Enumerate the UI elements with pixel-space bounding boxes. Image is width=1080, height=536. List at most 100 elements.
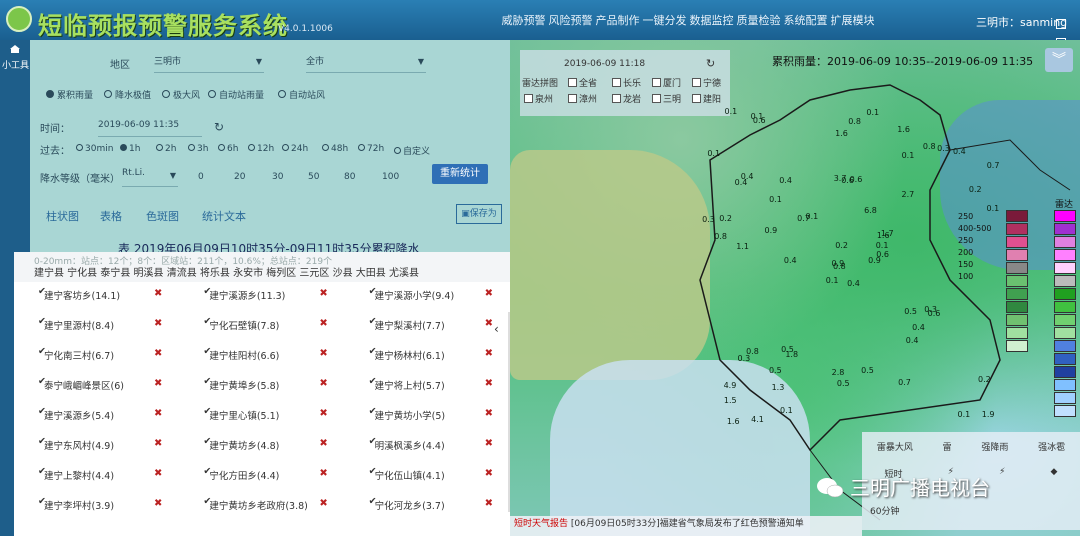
news-ticker[interactable]: 短时天气报告 [06月09日05时33分]福建省气象局发布了红色预警通知单 xyxy=(510,516,862,536)
station-item[interactable]: ✔ 建宁溪源乡(11.3) ✖ xyxy=(179,286,344,302)
remove-icon[interactable]: ✖ xyxy=(319,378,327,389)
past-option[interactable]: 12h xyxy=(248,144,274,154)
remove-icon[interactable]: ✖ xyxy=(319,288,327,299)
region-option[interactable]: 宁德 xyxy=(692,76,721,89)
remove-icon[interactable]: ✖ xyxy=(485,468,493,479)
station-item[interactable]: ✔ 建宁黄坊乡(4.8) ✖ xyxy=(179,436,344,452)
time-input[interactable]: 2019-06-09 11:35 xyxy=(98,120,202,137)
type-radio[interactable]: 累积雨量 xyxy=(46,88,93,101)
region-option[interactable]: 长乐 xyxy=(612,76,641,89)
remove-icon[interactable]: ✖ xyxy=(319,498,327,509)
station-item[interactable]: ✔ 泰宁峨嵋峰景区(6) ✖ xyxy=(14,376,179,392)
threshold-value[interactable]: 20 xyxy=(234,172,245,182)
station-item[interactable]: ✔ 建宁梨溪村(7.7) ✖ xyxy=(345,316,510,332)
remove-icon[interactable]: ✖ xyxy=(485,348,493,359)
tab-color-map[interactable]: 色斑图 xyxy=(146,208,179,224)
past-option[interactable]: 自定义 xyxy=(394,144,430,157)
past-option[interactable]: 6h xyxy=(218,144,238,154)
sidebar-tools-label[interactable]: 小工具 xyxy=(2,58,29,71)
station-item[interactable]: ✔ 建宁溪源小学(9.4) ✖ xyxy=(345,286,510,302)
region-option[interactable]: 龙岩 xyxy=(612,92,641,105)
threshold-value[interactable]: 50 xyxy=(308,172,319,182)
refresh-icon[interactable]: ↻ xyxy=(706,57,715,70)
region-option[interactable]: 三明 xyxy=(652,92,681,105)
station-item[interactable]: ✔ 宁化石壁镇(7.8) ✖ xyxy=(179,316,344,332)
nav-item-extend[interactable]: 扩展模块 xyxy=(829,12,876,32)
remove-icon[interactable]: ✖ xyxy=(485,318,493,329)
past-option[interactable]: 30min xyxy=(76,144,113,154)
station-item[interactable]: ✔ 建宁里心镇(5.1) ✖ xyxy=(179,406,344,422)
warning-type[interactable]: 雷 xyxy=(943,440,952,453)
nav-item-risk-warning[interactable]: 风险预警 xyxy=(547,12,594,32)
station-item[interactable]: ✔ 建宁上黎村(4.4) ✖ xyxy=(14,466,179,482)
tab-bar-chart[interactable]: 柱状图 xyxy=(46,208,79,224)
save-button[interactable]: ▣保存为 xyxy=(456,204,502,224)
past-option[interactable]: 72h xyxy=(358,144,384,154)
window-icons[interactable] xyxy=(1056,14,1078,48)
radar-date[interactable]: 2019-06-09 11:18 xyxy=(564,59,645,69)
tab-table[interactable]: 表格 xyxy=(100,208,122,224)
threshold-value[interactable]: 100 xyxy=(382,172,399,182)
remove-icon[interactable]: ✖ xyxy=(154,288,162,299)
threshold-value[interactable]: 30 xyxy=(272,172,283,182)
past-option[interactable]: 48h xyxy=(322,144,348,154)
region-option[interactable]: 厦门 xyxy=(652,76,681,89)
station-item[interactable]: ✔ 建宁桂阳村(6.6) ✖ xyxy=(179,346,344,362)
remove-icon[interactable]: ✖ xyxy=(319,468,327,479)
scrollbar[interactable] xyxy=(508,312,510,512)
warning-type[interactable]: 强冰雹 xyxy=(1038,440,1065,453)
nav-item-product[interactable]: 产品制作 xyxy=(594,12,641,32)
station-item[interactable]: ✔ 建宁杨林村(6.1) ✖ xyxy=(345,346,510,362)
collapse-button[interactable]: ︾ xyxy=(1045,48,1073,72)
ticker-text[interactable]: [06月09日05时33分]福建省气象局发布了红色预警通知单 xyxy=(571,519,804,529)
remove-icon[interactable]: ✖ xyxy=(485,408,493,419)
nav-item-config[interactable]: 系统配置 xyxy=(782,12,829,32)
station-item[interactable]: ✔ 建宁溪源乡(5.4) ✖ xyxy=(14,406,179,422)
station-item[interactable]: ✔ 建宁黄埠乡(5.8) ✖ xyxy=(179,376,344,392)
station-item[interactable]: ✔ 建宁黄坊小学(5) ✖ xyxy=(345,406,510,422)
remove-icon[interactable]: ✖ xyxy=(154,348,162,359)
region-option[interactable]: 建阳 xyxy=(692,92,721,105)
remove-icon[interactable]: ✖ xyxy=(154,438,162,449)
region-option[interactable]: 漳州 xyxy=(568,92,597,105)
past-option[interactable]: 24h xyxy=(282,144,308,154)
nav-item-distribute[interactable]: 一键分发 xyxy=(641,12,688,32)
city-select[interactable]: 三明市 ▼ xyxy=(154,54,264,73)
remove-icon[interactable]: ✖ xyxy=(319,408,327,419)
station-item[interactable]: ✔ 建宁东风村(4.9) ✖ xyxy=(14,436,179,452)
station-item[interactable]: ✔ 宁化方田乡(4.4) ✖ xyxy=(179,466,344,482)
chevron-left-icon[interactable]: ‹ xyxy=(494,322,499,336)
past-option[interactable]: 2h xyxy=(156,144,176,154)
threshold-value[interactable]: 80 xyxy=(344,172,355,182)
remove-icon[interactable]: ✖ xyxy=(485,288,493,299)
recount-button[interactable]: 重新统计 xyxy=(432,164,488,184)
remove-icon[interactable]: ✖ xyxy=(319,438,327,449)
nav-item-threat-warning[interactable]: 威胁预警 xyxy=(500,12,547,32)
remove-icon[interactable]: ✖ xyxy=(319,318,327,329)
refresh-icon[interactable]: ↻ xyxy=(214,120,224,134)
station-item[interactable]: ✔ 宁化伍山镇(4.1) ✖ xyxy=(345,466,510,482)
remove-icon[interactable]: ✖ xyxy=(485,498,493,509)
warning-type[interactable]: 强降雨 xyxy=(981,440,1008,453)
user-label[interactable]: 三明市：sanming xyxy=(976,14,1067,30)
grade-mode-select[interactable]: Rt.Li. ▼ xyxy=(122,168,178,187)
home-icon[interactable] xyxy=(9,44,21,54)
type-radio[interactable]: 极大风 xyxy=(162,88,200,101)
type-radio[interactable]: 自动站雨量 xyxy=(208,88,264,101)
remove-icon[interactable]: ✖ xyxy=(485,378,493,389)
remove-icon[interactable]: ✖ xyxy=(154,468,162,479)
station-item[interactable]: ✔ 宁化南三村(6.7) ✖ xyxy=(14,346,179,362)
remove-icon[interactable]: ✖ xyxy=(154,498,162,509)
past-option[interactable]: 3h xyxy=(188,144,208,154)
region-option[interactable]: 泉州 xyxy=(524,92,553,105)
scope-select[interactable]: 全市 ▼ xyxy=(306,54,426,73)
station-item[interactable]: ✔ 建宁将上村(5.7) ✖ xyxy=(345,376,510,392)
station-item[interactable]: ✔ 建宁里源村(8.4) ✖ xyxy=(14,316,179,332)
nav-item-monitor[interactable]: 数据监控 xyxy=(688,12,735,32)
station-item[interactable]: ✔ 宁化河龙乡(3.7) ✖ xyxy=(345,496,510,512)
radar-map[interactable]: 2019-06-09 11:18 ↻ 雷达拼图 全省 长乐 厦门 宁德 泉州 漳… xyxy=(510,40,1080,536)
station-item[interactable]: ✔ 建宁李坪村(3.9) ✖ xyxy=(14,496,179,512)
threshold-value[interactable]: 0 xyxy=(198,172,204,182)
station-item[interactable]: ✔ 建宁客坊乡(14.1) ✖ xyxy=(14,286,179,302)
remove-icon[interactable]: ✖ xyxy=(319,348,327,359)
